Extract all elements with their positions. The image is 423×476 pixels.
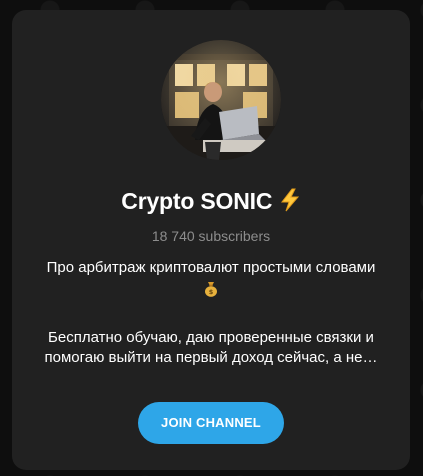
description-line-3: помогаю выйти на первый доход сейчас, а … [44,349,378,366]
svg-text:$: $ [209,288,214,296]
channel-description: Про арбитраж криптовалют простыми словам… [28,258,394,368]
money-bag-icon: $ [204,281,218,297]
description-line-2: Бесплатно обучаю, даю проверенные связки… [48,329,374,346]
avatar-photo [161,40,281,160]
channel-preview-card: Crypto SONIC 18 740 subscribers Про арби… [12,10,410,470]
channel-title: Crypto SONIC [121,188,273,214]
description-line-1: Про арбитраж криптовалют простыми словам… [46,259,376,276]
channel-avatar[interactable] [161,40,281,160]
channel-title-row: Crypto SONIC [12,188,410,215]
lightning-icon [279,188,301,212]
subscriber-count: 18 740 subscribers [151,228,271,244]
join-channel-button[interactable]: JOIN CHANNEL [138,402,284,444]
